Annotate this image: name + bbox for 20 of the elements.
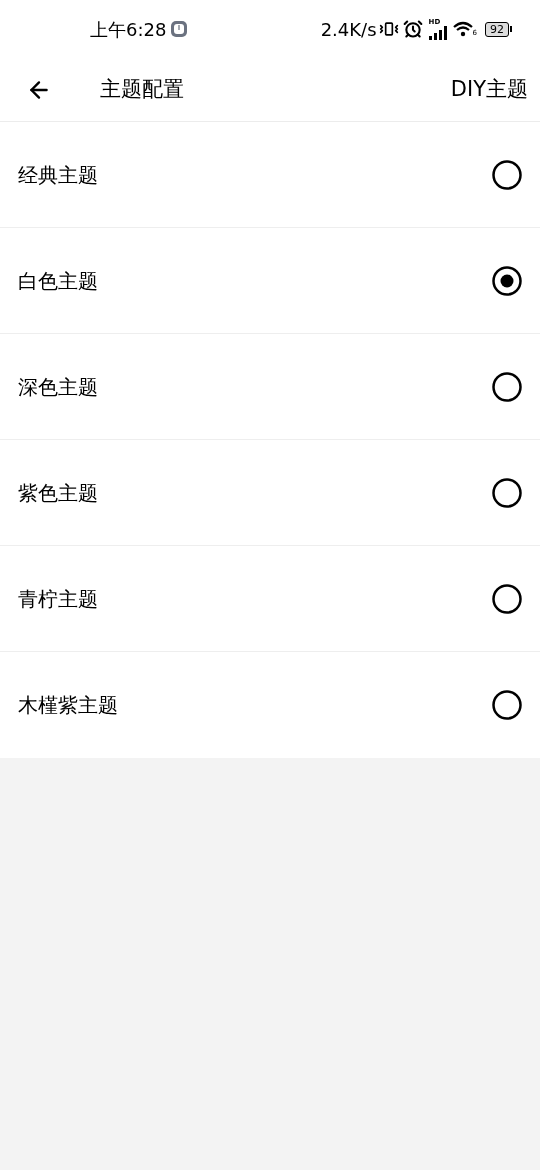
vibrate-icon — [378, 19, 399, 39]
theme-option[interactable]: 白色主题 — [0, 228, 540, 334]
theme-option[interactable]: 紫色主题 — [0, 440, 540, 546]
radio-button[interactable] — [492, 690, 522, 720]
page-title: 主题配置 — [100, 75, 184, 103]
radio-button[interactable] — [492, 159, 522, 190]
radio-button[interactable] — [492, 371, 522, 402]
battery-indicator: 92 — [485, 21, 509, 37]
alarm-icon — [402, 19, 423, 39]
radio-button[interactable] — [492, 477, 522, 508]
theme-option[interactable]: 经典主题 — [0, 122, 540, 228]
radio-button[interactable] — [492, 583, 522, 614]
network-speed: 2.4K/s — [320, 17, 377, 42]
theme-option[interactable]: 青柠主题 — [0, 546, 540, 652]
diy-theme-button[interactable]: DIY主题 — [450, 73, 528, 106]
app-notification-icon — [170, 20, 189, 38]
radio-button[interactable] — [492, 265, 522, 296]
status-time: 上午6:28 — [90, 17, 167, 42]
theme-option[interactable]: 木槿紫主题 — [0, 652, 540, 758]
theme-option[interactable]: 深色主题 — [0, 334, 540, 440]
